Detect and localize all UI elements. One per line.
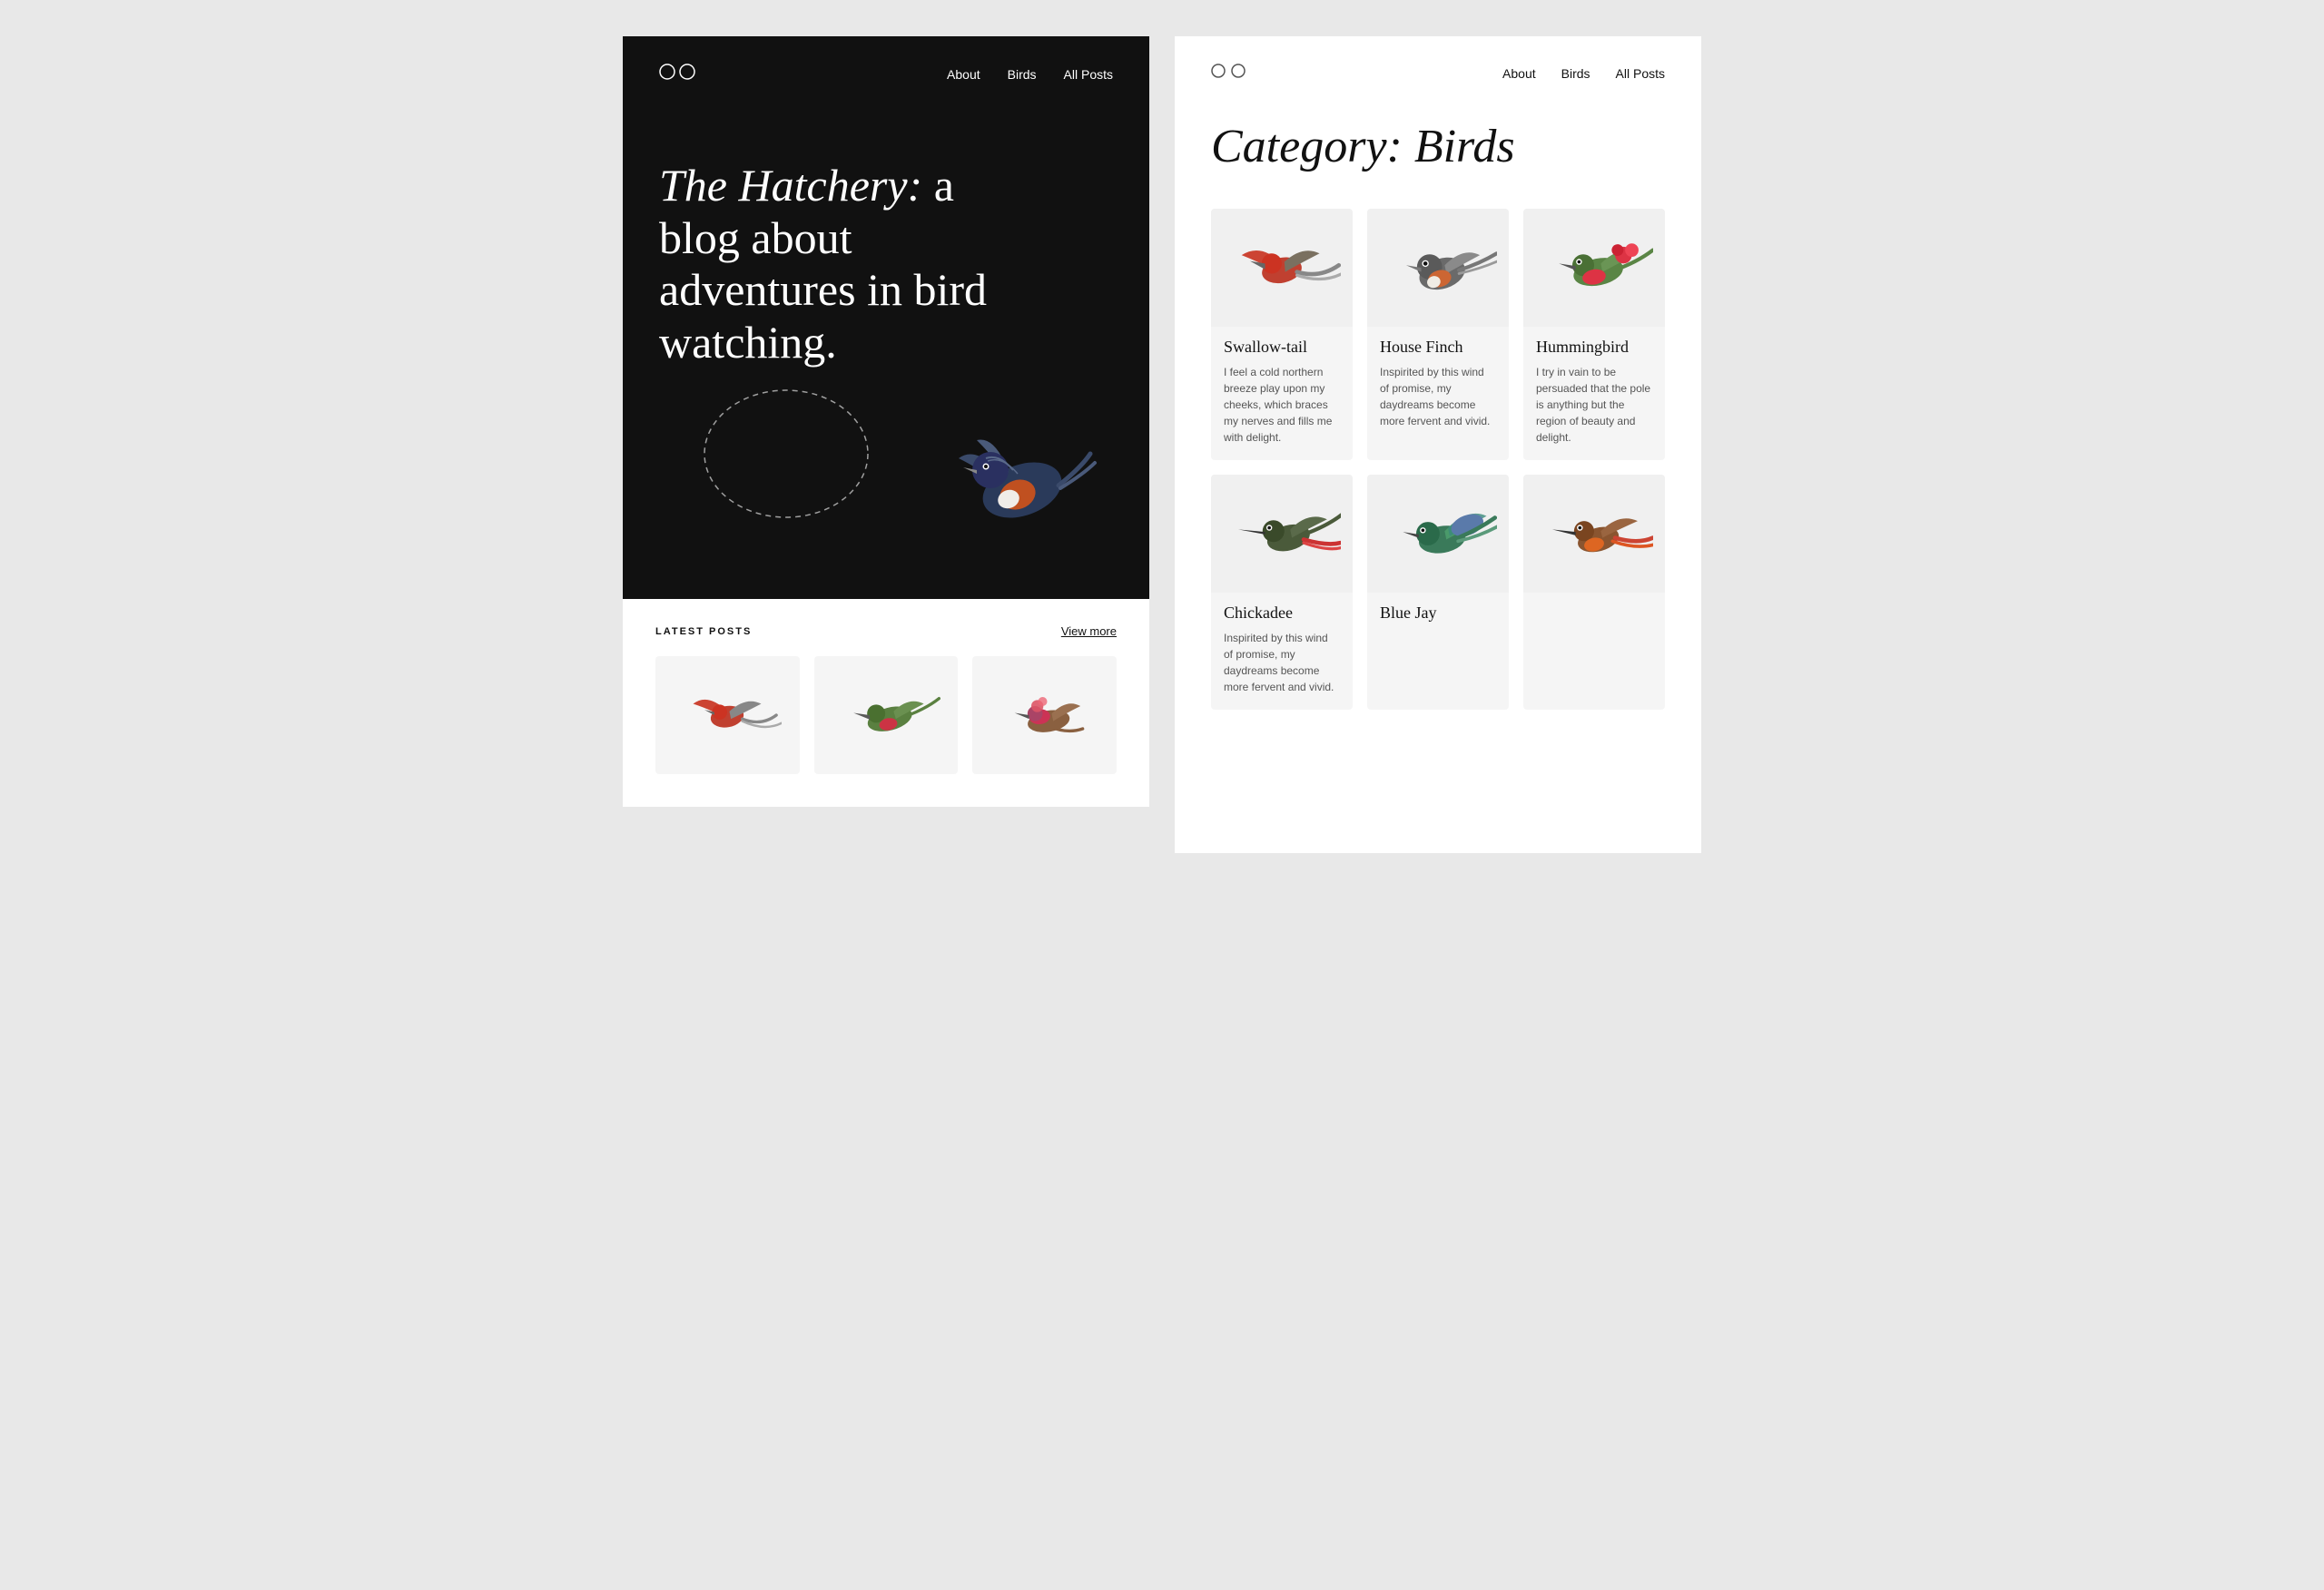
swallow-tail-title: Swallow-tail xyxy=(1224,338,1340,357)
left-panel: About Birds All Posts The Hatchery: a bl… xyxy=(623,36,1149,807)
hero-bird xyxy=(922,390,1104,554)
latest-label: LATEST POSTS xyxy=(655,626,752,637)
bird-card-hummingbird-img xyxy=(1523,209,1665,327)
view-more-link[interactable]: View more xyxy=(1061,624,1117,638)
bird-card-swallow-tail-body: Swallow-tail I feel a cold northern bree… xyxy=(1211,327,1353,460)
bird-card-extra[interactable] xyxy=(1523,475,1665,710)
bird-card-swallow-tail[interactable]: Swallow-tail I feel a cold northern bree… xyxy=(1211,209,1353,460)
post-card-3[interactable] xyxy=(972,656,1117,774)
blue-jay-title: Blue Jay xyxy=(1380,604,1496,623)
swallow-tail-desc: I feel a cold northern breeze play upon … xyxy=(1224,364,1340,446)
right-nav: About Birds All Posts xyxy=(1211,36,1665,84)
bird-card-house-finch[interactable]: House Finch Inspirited by this wind of p… xyxy=(1367,209,1509,460)
bird-card-chickadee-img xyxy=(1211,475,1353,593)
bird-card-hummingbird[interactable]: Hummingbird I try in vain to be persuade… xyxy=(1523,209,1665,460)
latest-section: LATEST POSTS View more xyxy=(623,599,1149,807)
bird-card-blue-jay[interactable]: Blue Jay xyxy=(1367,475,1509,710)
hero-nav-birds[interactable]: Birds xyxy=(1008,67,1037,82)
hero-nav-links: About Birds All Posts xyxy=(947,67,1113,82)
dashed-circle-decoration xyxy=(695,381,877,526)
latest-header: LATEST POSTS View more xyxy=(655,624,1117,638)
bird-card-chickadee[interactable]: Chickadee Inspirited by this wind of pro… xyxy=(1211,475,1353,710)
hummingbird-title: Hummingbird xyxy=(1536,338,1652,357)
birds-grid-row1: Swallow-tail I feel a cold northern bree… xyxy=(1211,209,1665,460)
hero-nav-about[interactable]: About xyxy=(947,67,980,82)
right-nav-birds[interactable]: Birds xyxy=(1561,66,1590,81)
bird-card-chickadee-body: Chickadee Inspirited by this wind of pro… xyxy=(1211,593,1353,710)
bird-card-extra-body xyxy=(1523,593,1665,618)
house-finch-title: House Finch xyxy=(1380,338,1496,357)
birds-grid-row2: Chickadee Inspirited by this wind of pro… xyxy=(1211,475,1665,710)
hero-title-italic: The Hatchery: xyxy=(659,160,922,211)
right-panel: About Birds All Posts Category: Birds xyxy=(1175,36,1701,853)
bird-card-swallow-tail-img xyxy=(1211,209,1353,327)
left-logo xyxy=(659,62,695,87)
right-nav-allposts[interactable]: All Posts xyxy=(1616,66,1665,81)
right-logo xyxy=(1211,62,1246,84)
hero-section: About Birds All Posts The Hatchery: a bl… xyxy=(623,36,1149,599)
chickadee-desc: Inspirited by this wind of promise, my d… xyxy=(1224,630,1340,695)
bird-card-blue-jay-body: Blue Jay xyxy=(1367,593,1509,644)
post-card-1[interactable] xyxy=(655,656,800,774)
hero-nav: About Birds All Posts xyxy=(659,36,1113,87)
hero-title: The Hatchery: a blog about adventures in… xyxy=(659,160,1040,368)
chickadee-title: Chickadee xyxy=(1224,604,1340,623)
hero-nav-allposts[interactable]: All Posts xyxy=(1064,67,1113,82)
bird-card-blue-jay-img xyxy=(1367,475,1509,593)
bird-card-hummingbird-body: Hummingbird I try in vain to be persuade… xyxy=(1523,327,1665,460)
hummingbird-desc: I try in vain to be persuaded that the p… xyxy=(1536,364,1652,446)
posts-grid xyxy=(655,656,1117,774)
right-nav-links: About Birds All Posts xyxy=(1502,66,1665,81)
right-nav-about[interactable]: About xyxy=(1502,66,1536,81)
post-card-2[interactable] xyxy=(814,656,959,774)
house-finch-desc: Inspirited by this wind of promise, my d… xyxy=(1380,364,1496,429)
bird-card-extra-img xyxy=(1523,475,1665,593)
category-title-text: Category: Birds xyxy=(1211,121,1515,172)
category-title: Category: Birds xyxy=(1211,121,1665,172)
bird-card-house-finch-body: House Finch Inspirited by this wind of p… xyxy=(1367,327,1509,444)
bird-card-house-finch-img xyxy=(1367,209,1509,327)
